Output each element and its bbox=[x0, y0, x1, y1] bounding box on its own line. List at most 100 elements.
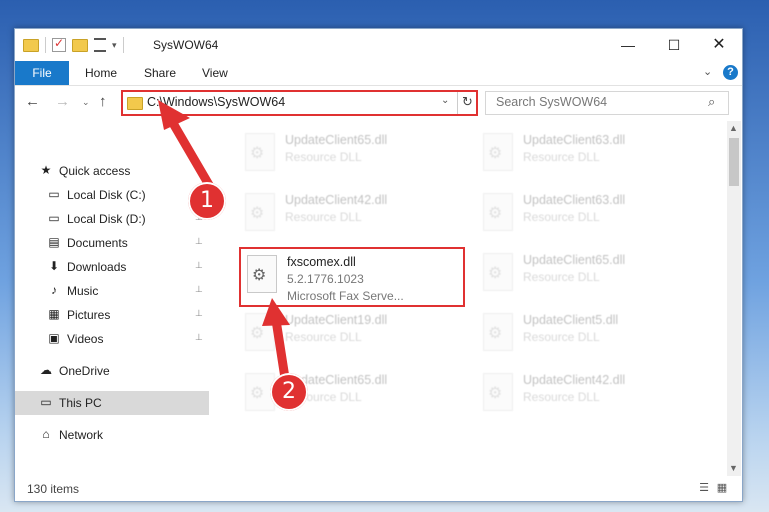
divider bbox=[45, 37, 46, 53]
sidebar-item-label: Videos bbox=[67, 332, 104, 346]
status-bar: 130 items ☰ ▦ bbox=[15, 477, 742, 501]
sidebar-item-label: Local Disk (C:) bbox=[67, 188, 146, 202]
dll-file-icon bbox=[483, 193, 513, 231]
file-company: Microsoft Fax Serve... bbox=[287, 289, 404, 303]
cloud-icon: ☁ bbox=[40, 363, 52, 377]
sidebar-item-label: Downloads bbox=[67, 260, 127, 274]
refresh-icon[interactable]: ↻ bbox=[462, 94, 473, 110]
file-description: 5.2.1776.1023 bbox=[287, 272, 364, 286]
sidebar-item-label: Pictures bbox=[67, 308, 111, 322]
file-item[interactable]: UpdateClient65.dll Resource DLL bbox=[477, 247, 703, 299]
sidebar-item-label: Quick access bbox=[59, 164, 131, 178]
file-description: Resource DLL bbox=[523, 150, 600, 164]
sidebar-item[interactable]: ⌂ Network bbox=[15, 423, 209, 447]
annotation-step-1: 1 bbox=[188, 182, 226, 220]
recent-locations-icon[interactable]: ⌄ bbox=[82, 97, 90, 108]
window-title: SysWOW64 bbox=[153, 38, 219, 52]
file-description: Resource DLL bbox=[285, 210, 362, 224]
file-item[interactable]: UpdateClient63.dll Resource DLL bbox=[477, 127, 703, 179]
sidebar-item[interactable]: ▭Local Disk (C:)⊥ bbox=[15, 183, 209, 207]
details-view-icon[interactable]: ☰ bbox=[697, 481, 711, 495]
search-input[interactable]: Search SysWOW64 ⌕ bbox=[485, 91, 729, 115]
close-button[interactable]: ✕ bbox=[696, 29, 742, 61]
sidebar-item[interactable]: ⬇ Downloads ⊥ bbox=[15, 255, 209, 279]
file-name: UpdateClient42.dll bbox=[523, 373, 626, 387]
pin-icon[interactable]: ⊥ bbox=[195, 236, 203, 247]
vertical-scrollbar[interactable]: ▲ ▼ bbox=[727, 121, 741, 476]
maximize-button[interactable]: ☐ bbox=[651, 29, 697, 61]
file-name: UpdateClient65.dll bbox=[285, 133, 388, 147]
dll-file-icon bbox=[245, 193, 275, 231]
minimize-button[interactable]: — bbox=[605, 29, 651, 61]
star-icon: ★ bbox=[40, 163, 52, 177]
help-icon[interactable]: ? bbox=[723, 65, 738, 80]
dll-file-icon bbox=[483, 133, 513, 171]
file-item[interactable]: UpdateClient65.dll Resource DLL bbox=[239, 127, 465, 179]
dll-file-icon bbox=[247, 255, 277, 293]
scroll-thumb[interactable] bbox=[729, 138, 739, 186]
sidebar-item[interactable]: ♪ Music ⊥ bbox=[15, 279, 209, 303]
sidebar-item[interactable]: ▣ Videos ⊥ bbox=[15, 327, 209, 351]
file-name: UpdateClient5.dll bbox=[523, 313, 619, 327]
address-path[interactable]: C:\Windows\SysWOW64 bbox=[147, 95, 285, 109]
sidebar-item[interactable]: ▭Local Disk (D:)⊥ bbox=[15, 207, 209, 231]
navigation-pane: ★ Quick access ▭ Local Disk (C:) ⊥ ▭ Local Dis… bbox=[15, 121, 209, 476]
pictures-icon: ▦ bbox=[48, 307, 60, 321]
address-bar[interactable]: C:\Windows\SysWOW64 ⌄ ↻ bbox=[121, 90, 478, 116]
tab-file[interactable]: File bbox=[15, 61, 69, 85]
search-icon[interactable]: ⌕ bbox=[708, 94, 715, 110]
tab-view[interactable]: View bbox=[202, 61, 228, 85]
divider bbox=[122, 37, 124, 53]
dll-file-icon bbox=[483, 253, 513, 291]
file-description: Resource DLL bbox=[285, 150, 362, 164]
file-item[interactable]: UpdateClient42.dll Resource DLL bbox=[239, 187, 465, 239]
tab-share[interactable]: Share bbox=[144, 61, 176, 85]
title-bar: ▾ SysWOW64 — ☐ ✕ bbox=[15, 29, 742, 61]
sidebar-item[interactable]: ★ Quick access bbox=[15, 159, 209, 183]
annotation-step-2: 2 bbox=[270, 373, 308, 411]
file-name: UpdateClient63.dll bbox=[523, 193, 626, 207]
scroll-down-icon[interactable]: ▼ bbox=[729, 463, 738, 473]
file-list: UpdateClient65.dllResource DLLUpdateClie… bbox=[211, 121, 724, 476]
chevron-down-icon[interactable]: ⌄ bbox=[441, 95, 449, 106]
quick-access-toolbar: ▾ bbox=[23, 36, 124, 53]
file-item[interactable]: UpdateClient5.dll Resource DLL bbox=[477, 307, 703, 359]
file-item[interactable]: UpdateClient19.dll Resource DLL bbox=[239, 307, 465, 359]
search-placeholder: Search SysWOW64 bbox=[496, 95, 608, 109]
sidebar-item-label: This PC bbox=[59, 396, 102, 410]
videos-icon: ▣ bbox=[48, 331, 60, 345]
chevron-down-icon[interactable]: ▾ bbox=[112, 40, 117, 51]
dll-file-icon bbox=[483, 373, 513, 411]
sidebar-item[interactable]: ▭ This PC bbox=[15, 391, 209, 415]
pin-icon[interactable]: ⊥ bbox=[195, 284, 203, 295]
customize-toolbar-icon[interactable] bbox=[94, 38, 106, 52]
file-name: UpdateClient65.dll bbox=[523, 253, 626, 267]
pin-icon[interactable]: ⊥ bbox=[195, 332, 203, 343]
scroll-up-icon[interactable]: ▲ bbox=[729, 123, 738, 133]
file-item[interactable]: fxscomex.dll 5.2.1776.1023 Microsoft Fax S… bbox=[239, 247, 465, 307]
ribbon-collapse-icon[interactable]: ⌄ bbox=[703, 65, 712, 78]
sidebar-item[interactable]: ▦ Pictures ⊥ bbox=[15, 303, 209, 327]
sidebar-item-label: Music bbox=[67, 284, 99, 298]
dll-file-icon bbox=[245, 133, 275, 171]
pin-icon[interactable]: ⊥ bbox=[195, 260, 203, 271]
properties-check-icon[interactable] bbox=[52, 36, 66, 52]
tab-home[interactable]: Home bbox=[85, 61, 117, 85]
file-name: fxscomex.dll bbox=[287, 255, 356, 269]
ribbon: File Home Share View ⌄ ? bbox=[15, 61, 742, 86]
up-arrow-icon[interactable]: ↑ bbox=[99, 93, 107, 110]
item-count: 130 items bbox=[27, 482, 80, 496]
file-description: Resource DLL bbox=[523, 270, 600, 284]
pin-icon[interactable]: ⊥ bbox=[195, 308, 203, 319]
new-folder-icon[interactable] bbox=[72, 38, 88, 52]
sidebar-item[interactable]: ☁ OneDrive bbox=[15, 359, 209, 383]
back-arrow-icon[interactable]: ← bbox=[25, 93, 40, 110]
sidebar-item[interactable]: ▤ Documents ⊥ bbox=[15, 231, 209, 255]
file-item[interactable]: UpdateClient63.dll Resource DLL bbox=[477, 187, 703, 239]
drive-icon: ▭ bbox=[48, 211, 60, 225]
sidebar-item-label: OneDrive bbox=[59, 364, 110, 378]
file-item[interactable]: UpdateClient42.dll Resource DLL bbox=[477, 367, 703, 419]
forward-arrow-icon[interactable]: → bbox=[55, 93, 70, 110]
file-description: Resource DLL bbox=[285, 330, 362, 344]
large-icons-view-icon[interactable]: ▦ bbox=[715, 481, 729, 495]
